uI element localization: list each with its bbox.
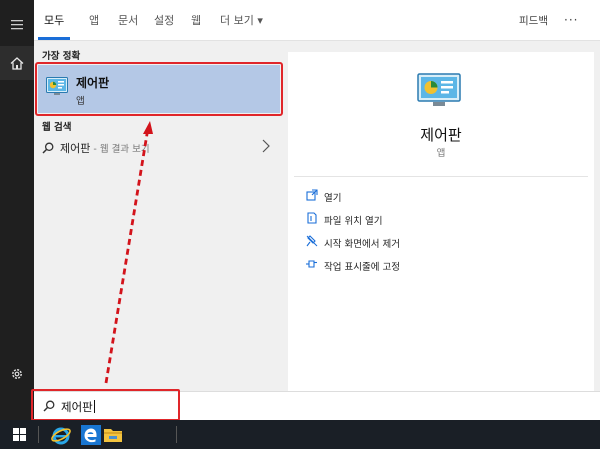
feedback-button[interactable]: 피드백 <box>519 0 548 40</box>
taskbar-divider-2 <box>176 426 177 443</box>
search-icon <box>42 142 54 154</box>
action-open-file-location-label: 파일 위치 열기 <box>324 216 383 227</box>
control-panel-large-icon <box>417 73 461 106</box>
tab-apps[interactable]: 앱 <box>89 0 99 40</box>
search-flyout: 모두 앱 문서 설정 웹 더 보기 ▾ 피드백 ··· 가장 정확 제어판 앱 … <box>34 0 600 420</box>
preview-pane: 제어판 앱 열기 파일 위치 열기 시작 화면에서 제거 작업 표시줄에 고정 <box>288 52 594 392</box>
web-search-query: 제어판 <box>60 142 91 155</box>
internet-explorer-icon <box>51 427 71 444</box>
chevron-right-icon <box>262 139 270 153</box>
home-icon <box>10 56 24 70</box>
web-search-result[interactable]: 제어판 - 웹 결과 보기 <box>38 136 280 160</box>
tab-all[interactable]: 모두 <box>37 0 71 40</box>
taskbar-divider <box>38 426 39 443</box>
gear-icon <box>12 369 22 379</box>
open-icon <box>306 189 318 201</box>
pin-icon <box>306 260 317 268</box>
start-rail <box>0 0 34 420</box>
preview-divider <box>294 176 588 177</box>
folder-icon <box>104 429 122 442</box>
action-unpin-from-start-label: 시작 화면에서 제거 <box>324 239 400 250</box>
search-box[interactable]: 제어판 <box>31 389 600 421</box>
best-match-highlight-box <box>35 62 283 116</box>
start-button[interactable] <box>4 420 34 449</box>
best-match-heading: 가장 정확 <box>42 51 81 62</box>
more-options-button[interactable]: ··· <box>564 0 578 40</box>
taskbar <box>0 420 600 449</box>
preview-subtitle: 앱 <box>436 148 446 159</box>
tab-settings[interactable]: 설정 <box>154 0 174 40</box>
tab-web[interactable]: 웹 <box>191 0 201 40</box>
file-location-icon <box>307 212 317 224</box>
search-box-highlight-box <box>31 389 180 421</box>
search-scope-tabs: 모두 앱 문서 설정 웹 더 보기 ▾ 피드백 ··· <box>34 0 600 41</box>
unpin-icon <box>306 235 318 247</box>
tab-more[interactable]: 더 보기 ▾ <box>220 0 263 40</box>
action-pin-to-taskbar-label: 작업 표시줄에 고정 <box>324 262 400 273</box>
preview-title: 제어판 <box>420 126 462 144</box>
home-button[interactable] <box>0 46 34 80</box>
web-search-heading: 웹 검색 <box>42 122 72 133</box>
internet-explorer-button[interactable] <box>46 420 76 449</box>
hamburger-menu-button[interactable] <box>0 8 34 42</box>
windows-logo-icon <box>12 428 26 441</box>
tab-documents[interactable]: 문서 <box>118 0 138 40</box>
hamburger-icon <box>11 20 23 30</box>
settings-button[interactable] <box>0 357 34 391</box>
action-open-label: 열기 <box>324 193 342 204</box>
results-list: 가장 정확 제어판 앱 웹 검색 제어판 - 웹 결과 보기 <box>34 41 284 391</box>
file-explorer-button[interactable] <box>98 420 128 449</box>
web-search-suffix: - 웹 결과 보기 <box>90 144 150 155</box>
